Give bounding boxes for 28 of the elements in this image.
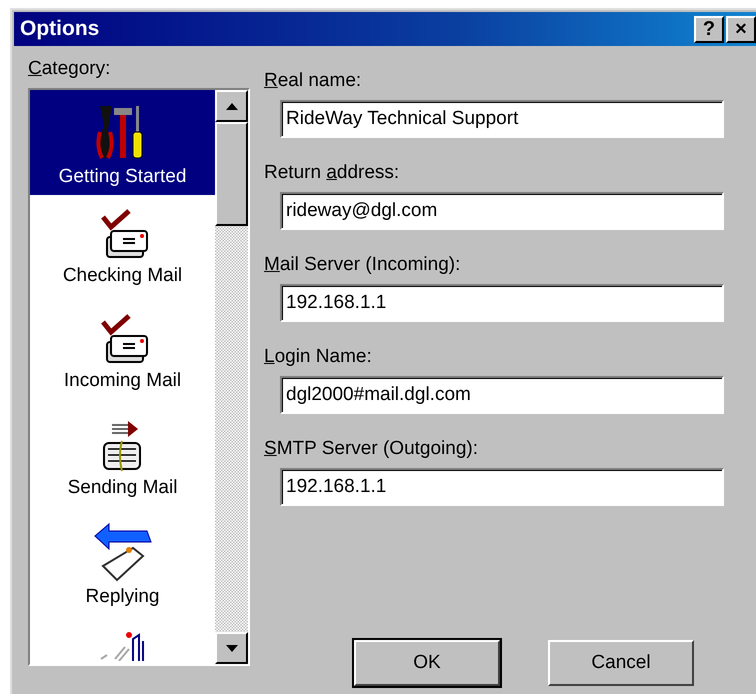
scroll-up-button[interactable] [215,90,248,122]
field-label: Login Name: [264,346,373,368]
field-label: Return address: [264,162,400,184]
cancel-button[interactable]: Cancel [548,640,694,686]
input-field[interactable]: 192.168.1.1 [280,468,724,506]
scroll-thumb[interactable] [215,122,248,226]
field-label: Real name: [264,70,362,92]
input-field[interactable]: RideWay Technical Support [280,100,724,138]
ok-button[interactable]: OK [354,640,500,686]
scroll-down-button[interactable] [215,632,248,664]
up-arrow-icon [226,102,238,110]
reply-arrow-icon [92,522,152,584]
category-item-label: Getting Started [58,166,186,188]
category-item-label: Incoming Mail [64,370,182,392]
field-label: SMTP Server (Outgoing): [264,438,480,460]
category-item-label: Sending Mail [68,477,178,499]
category-item-label: Checking Mail [62,265,182,287]
field-label: Mail Server (Incoming): [264,254,462,276]
category-item-label: Replying [86,586,160,608]
close-button[interactable]: × [726,16,756,42]
input-field[interactable]: rideway@dgl.com [280,192,724,230]
help-button[interactable]: ? [694,16,724,42]
input-field[interactable]: 192.168.1.1 [280,284,724,322]
category-item[interactable]: Getting Started [30,90,215,195]
window-title: Options [20,17,100,41]
down-arrow-icon [226,644,238,652]
input-field[interactable]: dgl2000#mail.dgl.com [280,376,724,414]
category-label: Category: [28,58,112,80]
